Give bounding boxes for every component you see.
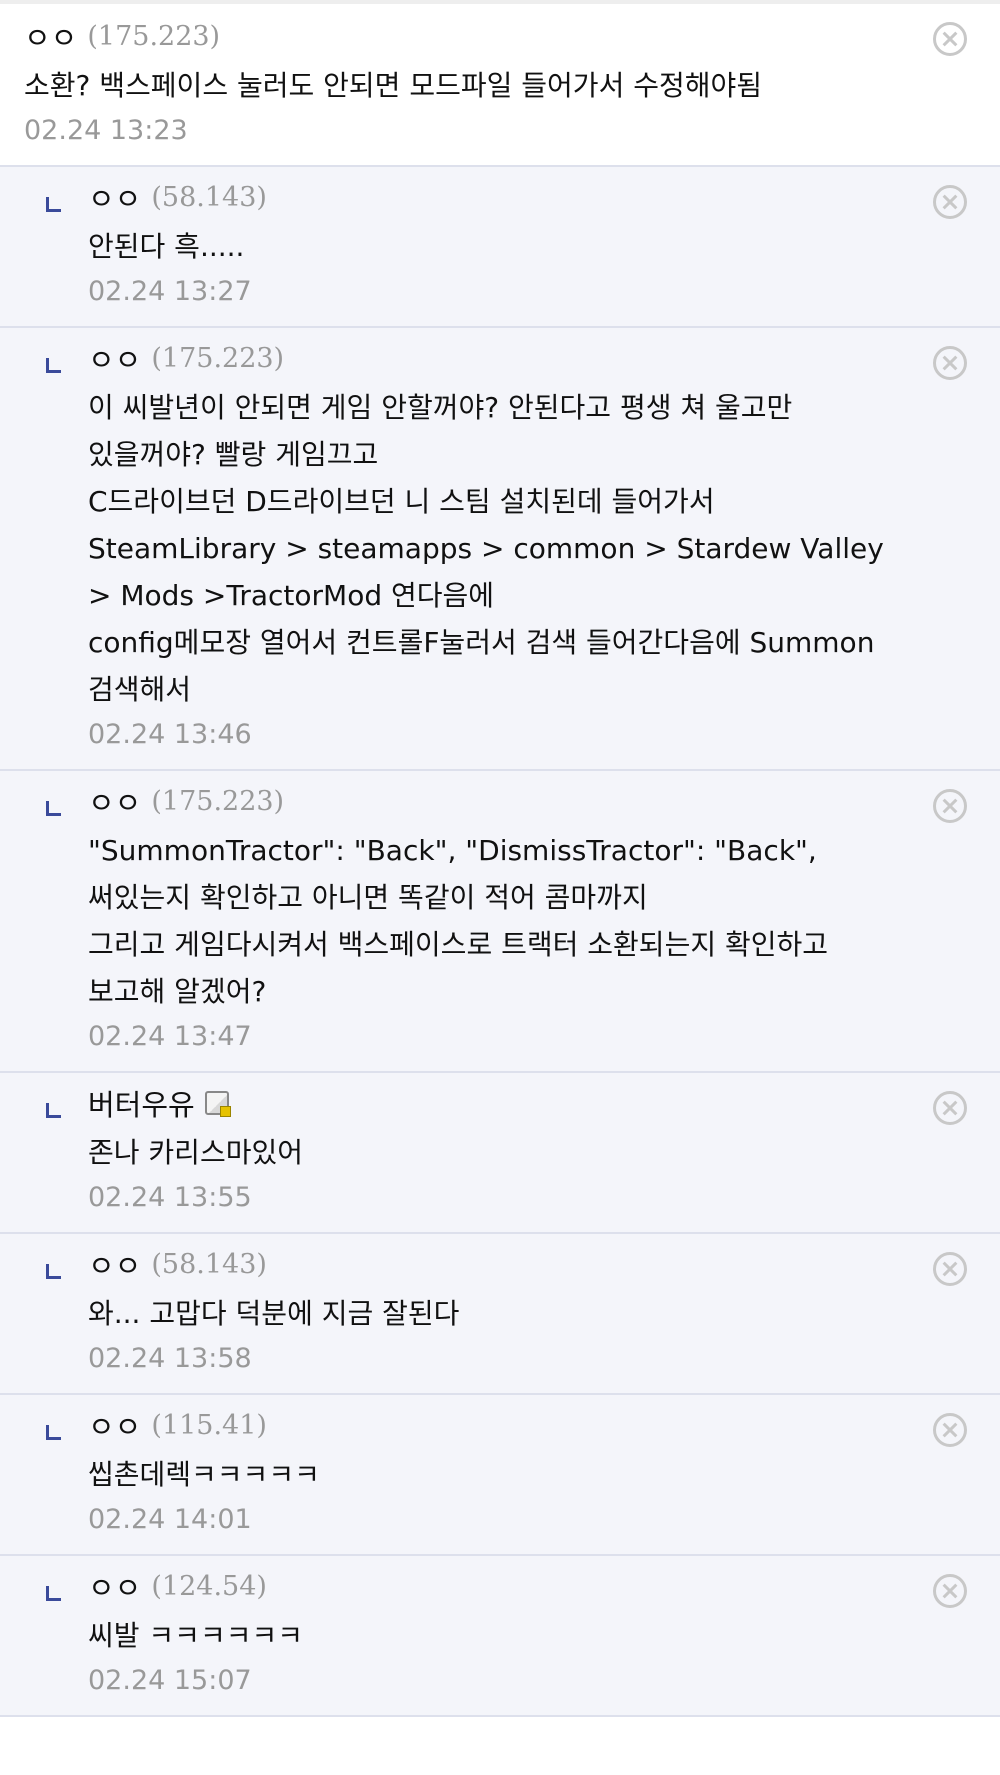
comment-header: 버터우유 — [88, 1083, 910, 1123]
comment-author[interactable]: 버터우유 — [88, 1082, 195, 1124]
delete-comment-icon[interactable] — [933, 1574, 967, 1608]
reply-arrow-icon — [46, 1264, 61, 1279]
comment-author[interactable]: ㅇㅇ — [88, 337, 141, 379]
comment-date: 02.24 13:27 — [88, 276, 252, 307]
reply-item: ㅇㅇ (124.54) 씨발 ㅋㅋㅋㅋㅋㅋ 02.24 15:07 — [0, 1556, 1000, 1717]
reply-arrow-icon — [46, 197, 61, 212]
delete-comment-icon[interactable] — [933, 185, 967, 219]
comment-body: 이 씨발년이 안되면 게임 안할꺼야? 안된다고 평생 쳐 울고만 있을꺼야? … — [88, 391, 884, 706]
comment-header: ㅇㅇ (175.223) — [24, 16, 910, 56]
reply-item: ㅇㅇ (58.143) 와... 고맙다 덕분에 지금 잘된다 02.24 13… — [0, 1234, 1000, 1395]
comment-header: ㅇㅇ (175.223) — [88, 781, 910, 821]
comment-date: 02.24 13:58 — [88, 1343, 252, 1374]
comment-ip: (58.143) — [151, 181, 267, 213]
delete-comment-icon[interactable] — [933, 1252, 967, 1286]
comment-header: ㅇㅇ (124.54) — [88, 1566, 910, 1606]
reply-item: ㅇㅇ (175.223) "SummonTractor": "Back", "D… — [0, 771, 1000, 1073]
reply-item: ㅇㅇ (115.41) 씹촌데렉ㅋㅋㅋㅋㅋ 02.24 14:01 — [0, 1395, 1000, 1556]
comment-author[interactable]: ㅇㅇ — [88, 1404, 141, 1446]
comment-ip: (175.223) — [87, 20, 221, 52]
comment-item: ㅇㅇ (175.223) 소환? 백스페이스 눌러도 안되면 모드파일 들어가서… — [0, 0, 1000, 167]
fixed-nick-badge-icon — [204, 1091, 231, 1117]
comment-date: 02.24 14:01 — [88, 1504, 252, 1535]
comment-header: ㅇㅇ (115.41) — [88, 1405, 910, 1445]
comment-date: 02.24 13:23 — [24, 115, 188, 146]
comment-body: 씹촌데렉ㅋㅋㅋㅋㅋ — [88, 1458, 320, 1491]
comment-date: 02.24 13:47 — [88, 1021, 252, 1052]
comment-body: "SummonTractor": "Back", "DismissTractor… — [88, 834, 829, 1008]
delete-comment-icon[interactable] — [933, 22, 967, 56]
comment-date: 02.24 13:46 — [88, 719, 252, 750]
comment-ip: (124.54) — [151, 1570, 267, 1602]
reply-arrow-icon — [46, 1103, 61, 1118]
comment-header: ㅇㅇ (58.143) — [88, 177, 910, 217]
reply-arrow-icon — [46, 1586, 61, 1601]
comment-body: 안된다 흑..... — [88, 230, 245, 263]
comment-date: 02.24 13:55 — [88, 1182, 252, 1213]
reply-item: 버터우유 존나 카리스마있어 02.24 13:55 — [0, 1073, 1000, 1234]
comment-author[interactable]: ㅇㅇ — [88, 1565, 141, 1607]
comment-list: ㅇㅇ (175.223) 소환? 백스페이스 눌러도 안되면 모드파일 들어가서… — [0, 0, 1000, 1717]
reply-item: ㅇㅇ (58.143) 안된다 흑..... 02.24 13:27 — [0, 167, 1000, 328]
delete-comment-icon[interactable] — [933, 346, 967, 380]
comment-date: 02.24 15:07 — [88, 1665, 252, 1696]
comment-ip: (175.223) — [151, 342, 285, 374]
comment-body: 와... 고맙다 덕분에 지금 잘된다 — [88, 1297, 460, 1330]
reply-item: ㅇㅇ (175.223) 이 씨발년이 안되면 게임 안할꺼야? 안된다고 평생… — [0, 328, 1000, 771]
delete-comment-icon[interactable] — [933, 1091, 967, 1125]
comment-header: ㅇㅇ (58.143) — [88, 1244, 910, 1284]
comment-author[interactable]: ㅇㅇ — [88, 1243, 141, 1285]
delete-comment-icon[interactable] — [933, 1413, 967, 1447]
delete-comment-icon[interactable] — [933, 789, 967, 823]
comment-ip: (115.41) — [151, 1409, 267, 1441]
reply-arrow-icon — [46, 1425, 61, 1440]
comment-author[interactable]: ㅇㅇ — [24, 15, 77, 57]
comment-body: 존나 카리스마있어 — [88, 1136, 303, 1169]
comment-author[interactable]: ㅇㅇ — [88, 780, 141, 822]
comment-author[interactable]: ㅇㅇ — [88, 176, 141, 218]
comment-body: 소환? 백스페이스 눌러도 안되면 모드파일 들어가서 수정해야됨 — [24, 69, 763, 102]
comment-body: 씨발 ㅋㅋㅋㅋㅋㅋ — [88, 1619, 303, 1652]
comment-header: ㅇㅇ (175.223) — [88, 338, 910, 378]
comment-ip: (175.223) — [151, 785, 285, 817]
reply-arrow-icon — [46, 801, 61, 816]
comment-ip: (58.143) — [151, 1248, 267, 1280]
reply-arrow-icon — [46, 358, 61, 373]
